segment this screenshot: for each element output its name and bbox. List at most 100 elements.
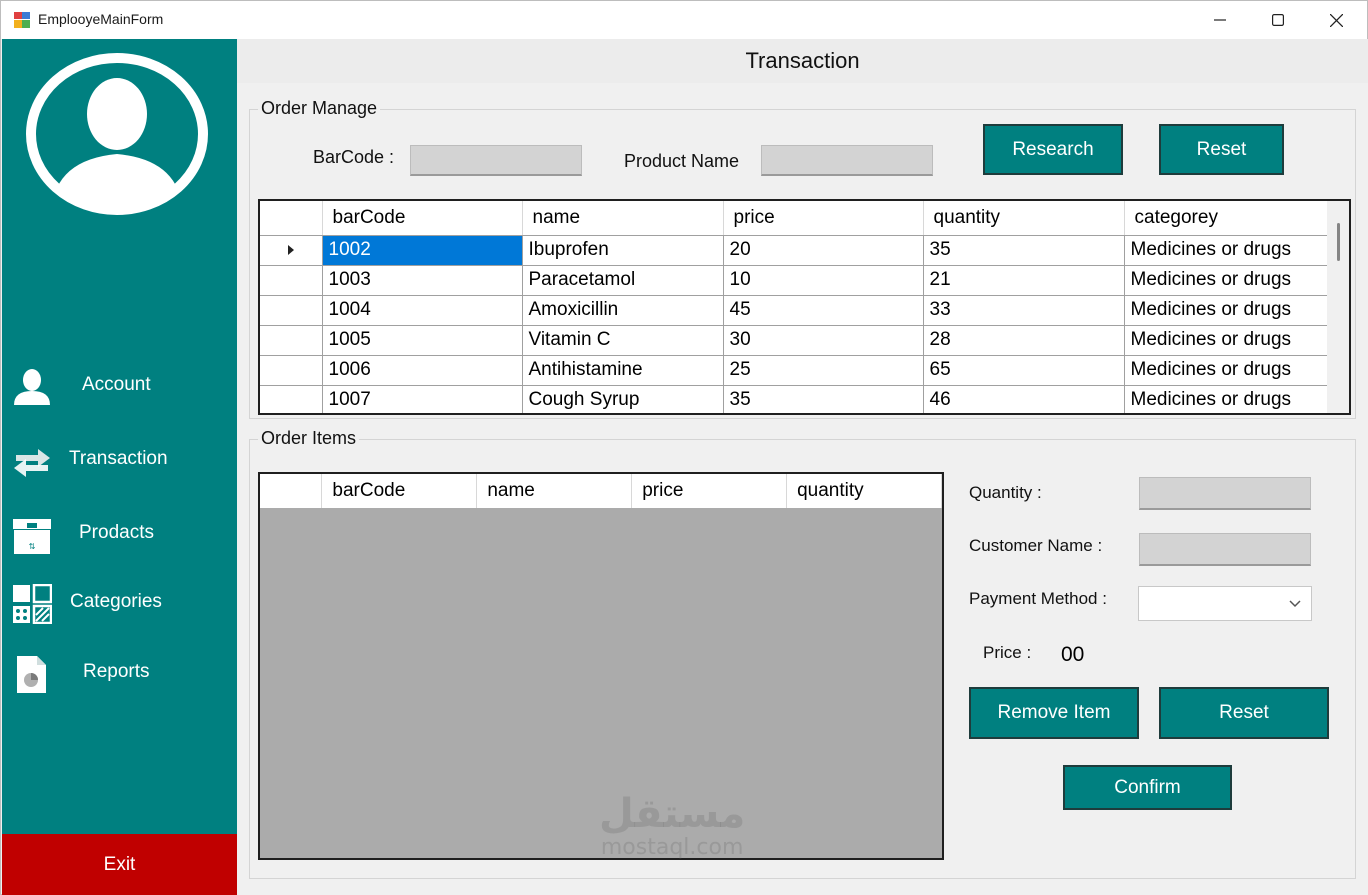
order-items-legend: Order Items bbox=[258, 428, 360, 449]
customer-name-input[interactable] bbox=[1139, 533, 1311, 566]
cell-price[interactable]: 30 bbox=[723, 325, 924, 356]
column-header-barcode[interactable]: barCode bbox=[321, 474, 478, 509]
quantity-label: Quantity : bbox=[969, 483, 1042, 502]
row-header-corner bbox=[260, 201, 323, 236]
sidebar-item-account[interactable]: Account bbox=[2, 359, 237, 415]
column-header-price[interactable]: price bbox=[723, 201, 924, 236]
products-grid[interactable]: barCode name price quantity categorey 10… bbox=[258, 199, 1351, 415]
barcode-input[interactable] bbox=[410, 145, 582, 176]
cell-barcode[interactable]: 1004 bbox=[322, 295, 523, 326]
sidebar-item-products[interactable]: ⇅ Prodacts bbox=[2, 507, 237, 563]
payment-method-label: Payment Method : bbox=[969, 589, 1107, 608]
cell-price[interactable]: 20 bbox=[723, 235, 924, 266]
table-row[interactable]: 1006 Antihistamine 25 65 Medicines or dr… bbox=[260, 355, 1330, 386]
cell-category[interactable]: Medicines or drugs bbox=[1124, 265, 1330, 296]
app-icon bbox=[14, 12, 30, 28]
product-name-input[interactable] bbox=[761, 145, 933, 176]
cell-name[interactable]: Amoxicillin bbox=[522, 295, 724, 326]
minimize-button[interactable] bbox=[1191, 1, 1249, 39]
user-icon bbox=[14, 369, 50, 405]
cell-category[interactable]: Medicines or drugs bbox=[1124, 325, 1330, 356]
title-bar: EmplooyeMainForm bbox=[1, 1, 1367, 39]
chevron-down-icon bbox=[1289, 600, 1301, 608]
research-button[interactable]: Research bbox=[983, 124, 1123, 175]
watermark: مستقل mostaql.com bbox=[599, 791, 745, 859]
quantity-input[interactable] bbox=[1139, 477, 1311, 510]
maximize-icon bbox=[1272, 14, 1284, 26]
cell-name[interactable]: Cough Syrup bbox=[522, 385, 724, 413]
cell-price[interactable]: 35 bbox=[723, 385, 924, 413]
column-header-category[interactable]: categorey bbox=[1124, 201, 1330, 236]
cell-barcode[interactable]: 1005 bbox=[322, 325, 523, 356]
table-row[interactable]: 1007 Cough Syrup 35 46 Medicines or drug… bbox=[260, 385, 1330, 413]
maximize-button[interactable] bbox=[1249, 1, 1307, 39]
row-selector[interactable] bbox=[260, 355, 323, 386]
row-selector[interactable] bbox=[260, 325, 323, 356]
page-title: Transaction bbox=[237, 39, 1368, 83]
cell-category[interactable]: Medicines or drugs bbox=[1124, 295, 1330, 326]
order-manage-reset-button[interactable]: Reset bbox=[1159, 124, 1284, 175]
report-icon bbox=[17, 656, 46, 693]
cell-quantity[interactable]: 35 bbox=[923, 235, 1125, 266]
cell-name[interactable]: Vitamin C bbox=[522, 325, 724, 356]
sidebar-item-reports[interactable]: Reports bbox=[2, 646, 237, 702]
svg-text:⇅: ⇅ bbox=[29, 542, 36, 551]
order-items-table: barCode name price quantity bbox=[260, 474, 942, 509]
sidebar-item-label: Transaction bbox=[69, 448, 168, 469]
table-row[interactable]: 1003 Paracetamol 10 21 Medicines or drug… bbox=[260, 265, 1330, 296]
order-items-header-row: barCode name price quantity bbox=[260, 474, 942, 509]
sidebar-item-transaction[interactable]: Transaction bbox=[2, 433, 237, 489]
row-selector[interactable] bbox=[260, 235, 323, 266]
cell-name[interactable]: Antihistamine bbox=[522, 355, 724, 386]
product-name-label: Product Name bbox=[624, 151, 740, 171]
close-button[interactable] bbox=[1307, 1, 1365, 39]
payment-method-select[interactable] bbox=[1138, 586, 1312, 621]
cell-category[interactable]: Medicines or drugs bbox=[1124, 235, 1330, 266]
cell-category[interactable]: Medicines or drugs bbox=[1124, 355, 1330, 386]
column-header-name[interactable]: name bbox=[522, 201, 724, 236]
cell-quantity[interactable]: 33 bbox=[923, 295, 1125, 326]
cell-price[interactable]: 25 bbox=[723, 355, 924, 386]
row-selector[interactable] bbox=[260, 295, 323, 326]
sidebar-item-label: Account bbox=[82, 374, 151, 395]
exit-button[interactable]: Exit bbox=[2, 834, 237, 895]
table-row[interactable]: 1004 Amoxicillin 45 33 Medicines or drug… bbox=[260, 295, 1330, 326]
order-items-reset-button[interactable]: Reset bbox=[1159, 687, 1329, 739]
sidebar-item-label: Reports bbox=[83, 661, 150, 682]
cell-barcode[interactable]: 1006 bbox=[322, 355, 523, 386]
products-grid-scrollbar[interactable] bbox=[1327, 201, 1349, 413]
row-selector[interactable] bbox=[260, 385, 323, 413]
table-row[interactable]: 1002 Ibuprofen 20 35 Medicines or drugs bbox=[260, 235, 1330, 266]
content-area: Transaction Order Manage BarCode : Produ… bbox=[237, 39, 1368, 895]
cell-name[interactable]: Ibuprofen bbox=[522, 235, 724, 266]
customer-name-label: Customer Name : bbox=[969, 536, 1103, 555]
cell-quantity[interactable]: 28 bbox=[923, 325, 1125, 356]
cell-category[interactable]: Medicines or drugs bbox=[1124, 385, 1330, 413]
sidebar: Account Transaction ⇅ Prodacts Categorie… bbox=[2, 39, 237, 895]
scrollbar-thumb[interactable] bbox=[1337, 223, 1340, 261]
cell-name[interactable]: Paracetamol bbox=[522, 265, 724, 296]
price-value: 00 bbox=[1061, 643, 1085, 666]
cell-quantity[interactable]: 65 bbox=[923, 355, 1125, 386]
cell-price[interactable]: 10 bbox=[723, 265, 924, 296]
cell-price[interactable]: 45 bbox=[723, 295, 924, 326]
user-avatar-icon bbox=[26, 53, 208, 215]
main-window: EmplooyeMainForm Account Transaction ⇅ P… bbox=[0, 0, 1368, 895]
column-header-barcode[interactable]: barCode bbox=[322, 201, 523, 236]
swap-arrows-icon bbox=[14, 449, 50, 477]
cell-quantity[interactable]: 46 bbox=[923, 385, 1125, 413]
sidebar-item-label: Categories bbox=[70, 591, 162, 612]
cell-barcode[interactable]: 1002 bbox=[322, 235, 523, 266]
column-header-quantity[interactable]: quantity bbox=[786, 474, 942, 509]
confirm-button[interactable]: Confirm bbox=[1063, 765, 1232, 810]
column-header-quantity[interactable]: quantity bbox=[923, 201, 1125, 236]
sidebar-item-categories[interactable]: Categories bbox=[2, 576, 237, 632]
cell-barcode[interactable]: 1003 bbox=[322, 265, 523, 296]
column-header-name[interactable]: name bbox=[476, 474, 633, 509]
column-header-price[interactable]: price bbox=[631, 474, 788, 509]
cell-quantity[interactable]: 21 bbox=[923, 265, 1125, 296]
row-selector[interactable] bbox=[260, 265, 323, 296]
cell-barcode[interactable]: 1007 bbox=[322, 385, 523, 413]
remove-item-button[interactable]: Remove Item bbox=[969, 687, 1139, 739]
table-row[interactable]: 1005 Vitamin C 30 28 Medicines or drugs bbox=[260, 325, 1330, 356]
